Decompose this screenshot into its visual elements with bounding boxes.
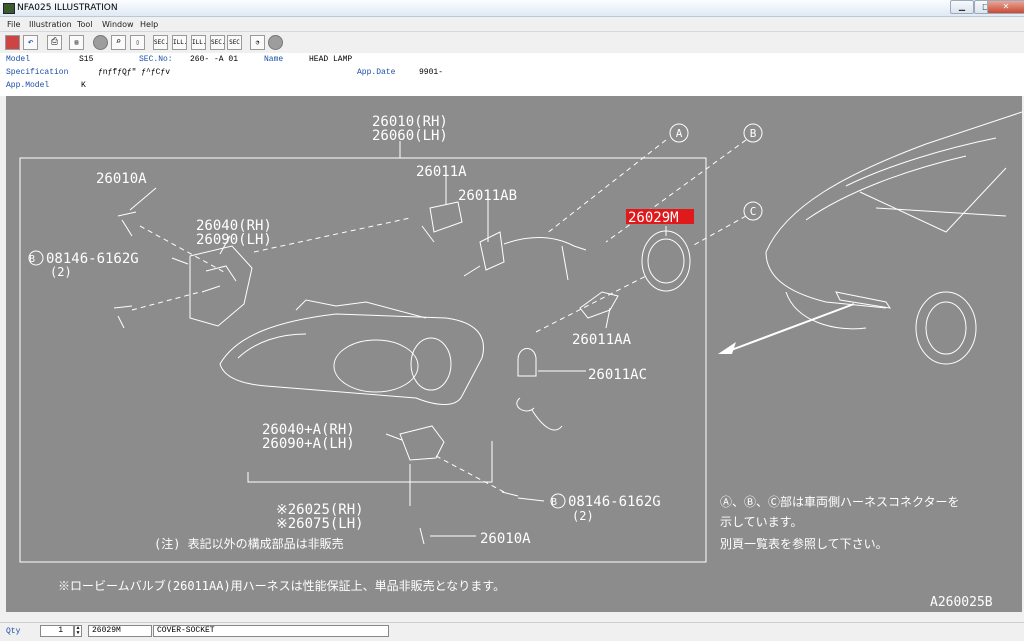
label-26010A-bottom: 26010A <box>480 531 531 547</box>
label-26011AB: 26011AB <box>458 188 517 204</box>
part-number-field: 26029M <box>88 625 152 637</box>
app-icon <box>3 3 15 14</box>
bracket-lower <box>399 425 445 461</box>
bulb-26011AC <box>516 348 537 412</box>
bulb-26011AA <box>579 291 619 319</box>
header-info: Model S15 SEC.No: 260- -A 01 Name HEAD L… <box>0 53 1024 96</box>
menu-tool[interactable]: Tool <box>77 20 93 29</box>
appdate-value: 9901- <box>419 68 444 77</box>
list-icon[interactable]: ▤ <box>69 35 84 50</box>
bolt-top <box>117 211 137 237</box>
toolbar: ↶ ⎙ ▤ ⌕ ▯ SEC. ILL. ILL. SEC. SEC ◔ <box>0 31 1024 55</box>
callout-b-small-right: B <box>551 497 557 508</box>
note-not-sold: (注) 表記以外の構成部品は非販売 <box>154 536 344 551</box>
appmodel-value: K <box>81 81 86 90</box>
headlamp-diagram: 26010(RH) 26060(LH) 26010A 26011A 26011A… <box>19 111 1022 610</box>
bulb-26011A <box>421 201 463 243</box>
secno-label: SEC.No: <box>139 55 173 64</box>
appmodel-label: App.Model <box>6 81 50 90</box>
callout-c: C <box>750 205 757 218</box>
label-26075-lh: ※26075(LH) <box>276 516 364 532</box>
menu-help[interactable]: Help <box>140 20 158 29</box>
appdate-label: App.Date <box>357 68 396 77</box>
headlamp-housing <box>219 313 484 405</box>
label-26029M-selected: 26029M <box>628 210 679 226</box>
menu-window[interactable]: Window <box>102 20 134 29</box>
model-value: S15 <box>79 55 94 64</box>
sec-button[interactable]: SEC. <box>153 35 168 50</box>
disabled-circle-icon-2 <box>268 35 283 50</box>
note-right-line2: 示しています。 <box>720 515 802 529</box>
illustration-canvas[interactable]: 26010(RH) 26060(LH) 26010A 26011A 26011A… <box>6 96 1022 612</box>
close-button[interactable]: ✕ <box>987 0 1024 14</box>
figure-id: A260025B <box>930 595 993 610</box>
label-26011AA: 26011AA <box>572 332 632 348</box>
name-value: HEAD LAMP <box>309 55 353 64</box>
qty-label: Qty <box>6 627 21 636</box>
bolt-mid <box>113 305 133 329</box>
disabled-circle-icon <box>93 35 108 50</box>
print-icon[interactable]: ⎙ <box>47 35 62 50</box>
zoom-icon[interactable]: ⌕ <box>111 35 126 50</box>
callout-a: A <box>676 127 683 140</box>
footnote-lowbeam: ※ロービームバルブ(26011AA)用ハーネスは性能保証上、単品非販売となります… <box>58 578 505 593</box>
callout-b-small-left: B <box>29 254 35 265</box>
car-outline <box>765 111 1022 365</box>
part-name-field: COVER-SOCKET <box>153 625 389 637</box>
label-26011A: 26011A <box>416 164 467 180</box>
spec-label: Specification <box>6 68 69 77</box>
spec-value: ƒnƒfƒQƒ" ƒ^ƒCƒv <box>98 68 171 77</box>
canvas-bottom-border <box>0 612 1024 622</box>
qty-spinner[interactable]: ▲ ▼ <box>74 625 82 637</box>
label-26010A-top: 26010A <box>96 171 147 187</box>
label-bolt-right: 08146-6162G <box>568 494 661 510</box>
note-right-line1: Ⓐ、Ⓑ、Ⓒ部は車両側ハーネスコネクターを <box>720 494 960 509</box>
menu-file[interactable]: File <box>7 20 20 29</box>
qty-input[interactable]: 1 <box>40 625 74 637</box>
prev-sec-button[interactable]: SEC. <box>210 35 225 50</box>
title-bar: NFA025 ILLUSTRATION ▁ □ ✕ <box>0 0 1024 17</box>
status-bar: Qty 1 ▲ ▼ 26029M COVER-SOCKET <box>0 622 1024 641</box>
exit-icon[interactable] <box>5 35 20 50</box>
window-title: NFA025 ILLUSTRATION <box>17 3 118 13</box>
ill-button[interactable]: ILL. <box>172 35 187 50</box>
label-bolt-left-qty: (2) <box>50 265 72 279</box>
label-26060-lh: 26060(LH) <box>372 128 448 144</box>
socket-cover-26029M <box>641 230 691 292</box>
back-icon[interactable]: ↶ <box>23 35 38 50</box>
label-26090-lh: 26090(LH) <box>196 232 272 248</box>
name-label: Name <box>264 55 284 64</box>
menu-bar: File Illustration Tool Window Help <box>0 17 1024 31</box>
next-ill-button[interactable]: ILL. <box>191 35 206 50</box>
menu-illustration[interactable]: Illustration <box>29 20 72 29</box>
note-right-line3: 別頁一覧表を参照して下さい。 <box>720 536 888 551</box>
label-bolt-right-qty: (2) <box>572 509 594 523</box>
model-label: Model <box>6 55 31 64</box>
label-26090A-lh: 26090+A(LH) <box>262 436 355 452</box>
bulb-icon[interactable]: ◔ <box>250 35 265 50</box>
minimize-button[interactable]: ▁ <box>950 0 974 14</box>
callout-b: B <box>750 127 757 140</box>
page-icon[interactable]: ▯ <box>130 35 145 50</box>
secno-value: 260- -A 01 <box>190 55 239 64</box>
sec-jump-button[interactable]: SEC <box>227 35 242 50</box>
label-26011AC: 26011AC <box>588 367 647 383</box>
